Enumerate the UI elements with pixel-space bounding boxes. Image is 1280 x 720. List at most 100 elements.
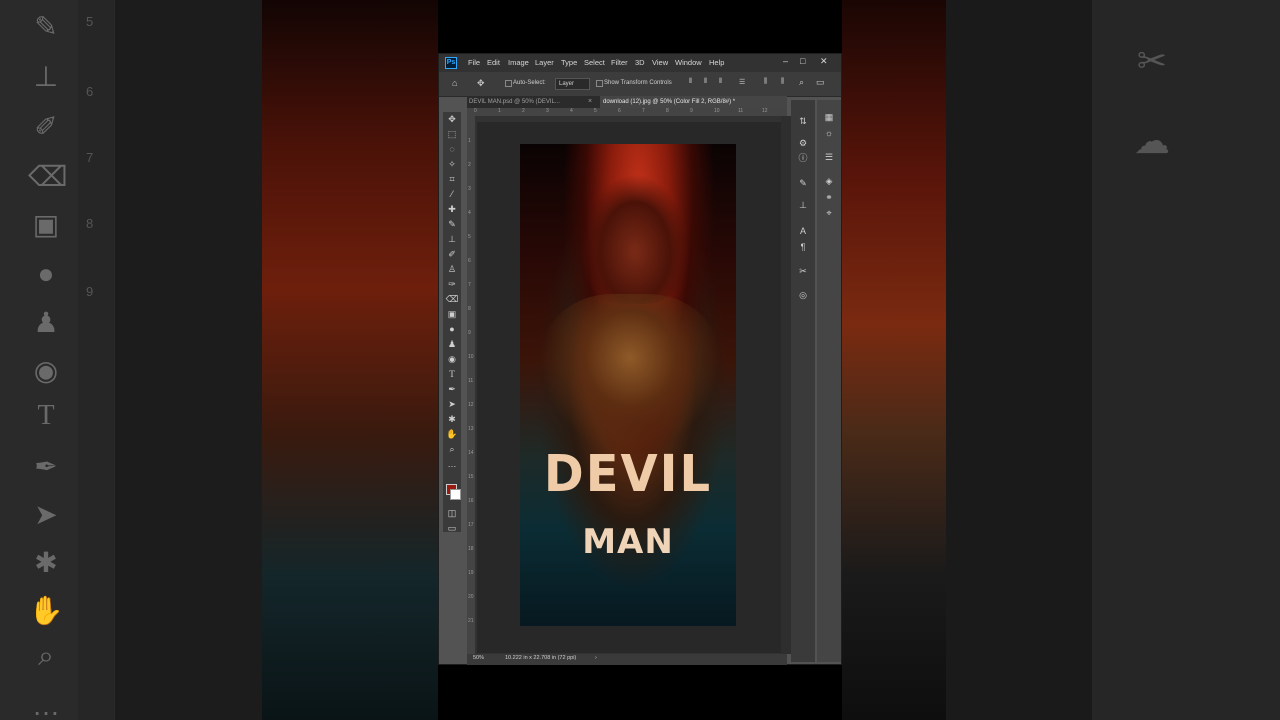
ruler-num: 8	[666, 108, 669, 114]
minimize-button[interactable]: –	[783, 56, 788, 66]
status-arrow-icon[interactable]: ›	[595, 655, 597, 661]
menu-3d[interactable]: 3D	[635, 58, 645, 67]
properties-panel-icon[interactable]: ⚙	[794, 136, 812, 150]
bg-ruler-num: 8	[86, 216, 94, 231]
gradient-tool-icon[interactable]: ▣	[443, 307, 461, 321]
menu-help[interactable]: Help	[709, 58, 724, 67]
clone-stamp-tool-icon[interactable]: ⊥	[443, 232, 461, 246]
layers-panel-icon[interactable]: ◈	[820, 174, 838, 188]
sponge-tool-icon[interactable]: ◉	[443, 352, 461, 366]
move-tool-icon[interactable]: ✥	[443, 112, 461, 126]
align-top-icon[interactable]: ⫼	[764, 78, 767, 86]
clone-source-icon[interactable]: ⊥	[794, 198, 812, 212]
align-left-icon[interactable]: ⫴	[689, 78, 692, 86]
search-icon[interactable]: ⌕	[799, 77, 804, 88]
tab-label: download (12).jpg @ 50% (Color Fill 2, R…	[603, 99, 736, 105]
ruler-num: 6	[618, 108, 621, 114]
tab-devil-man[interactable]: DEVIL MAN.psd @ 50% (DEVIL...	[469, 96, 591, 108]
more-tools-icon[interactable]: …	[443, 457, 461, 471]
close-button[interactable]: ✕	[820, 56, 828, 67]
brush-settings-icon[interactable]: ✎	[794, 176, 812, 190]
background-panel: ✂ ☁	[1092, 0, 1280, 720]
blur-tool-icon[interactable]: ●	[443, 322, 461, 336]
background-color-swatch[interactable]	[450, 489, 461, 500]
info-panel-icon[interactable]: ⓘ	[794, 151, 812, 165]
document-info: 10.222 in x 22.708 in (72 ppi)	[505, 655, 577, 661]
bg-ruler-num: 6	[86, 84, 94, 99]
zoom-tool-icon[interactable]: ⌕	[443, 442, 461, 456]
tools-preset-icon[interactable]: ✂	[794, 264, 812, 278]
custom-shape-tool-icon[interactable]: ✱	[443, 412, 461, 426]
menu-file[interactable]: File	[468, 58, 480, 67]
document-artwork[interactable]: DEVIL MAN	[520, 144, 736, 626]
ruler-num: 9	[468, 330, 471, 336]
align-right-icon[interactable]: ⫴	[719, 78, 722, 86]
dodge-tool-icon[interactable]: ♟	[443, 337, 461, 351]
ruler-num: 11	[468, 378, 474, 384]
distribute-icon[interactable]: ☰	[739, 78, 745, 86]
paths-panel-icon[interactable]: ⌖	[820, 206, 838, 220]
quick-mask-icon[interactable]: ◫	[443, 506, 461, 520]
background-photo-left	[262, 0, 438, 720]
home-icon[interactable]: ⌂	[452, 78, 457, 88]
ruler-num: 7	[642, 108, 645, 114]
workspace-icon[interactable]: ▭	[816, 77, 825, 88]
stamp-tool-icon[interactable]: ♙	[443, 262, 461, 276]
creative-cloud-icon: ☁	[1134, 120, 1170, 161]
align-bottom-icon[interactable]: ⫼	[781, 78, 784, 86]
healing-brush-tool-icon[interactable]: ✚	[443, 202, 461, 216]
figure-torso	[540, 294, 720, 454]
tab-download[interactable]: download (12).jpg @ 50% (Color Fill 2, R…	[600, 96, 787, 108]
adjust-sliders-icon[interactable]: ☰	[820, 150, 838, 164]
type-icon: T	[37, 400, 55, 431]
lasso-tool-icon[interactable]: ◌	[443, 142, 461, 156]
maximize-button[interactable]: □	[800, 56, 805, 66]
brush-icon: ✎	[34, 11, 58, 42]
transform-controls-checkbox[interactable]	[596, 80, 603, 87]
paragraph-panel-icon[interactable]: ¶	[794, 240, 812, 254]
vertical-scrollbar[interactable]	[781, 116, 791, 654]
brush-tool-icon[interactable]: ✎	[443, 217, 461, 231]
marquee-tool-icon[interactable]: ⬚	[443, 127, 461, 141]
hand-tool-icon[interactable]: ✋	[443, 427, 461, 441]
crop-tool-icon[interactable]: ⌗	[443, 172, 461, 186]
menu-layer[interactable]: Layer	[535, 58, 554, 67]
path-selection-tool-icon[interactable]: ➤	[443, 397, 461, 411]
auto-select-checkbox[interactable]	[505, 80, 512, 87]
artwork-title-devil: DEVIL	[543, 444, 713, 504]
menu-select[interactable]: Select	[584, 58, 605, 67]
history-brush-tool-icon[interactable]: ✐	[443, 247, 461, 261]
history-panel-icon[interactable]: ⇅	[794, 114, 812, 128]
ruler-num: 1	[468, 138, 471, 144]
eyedropper-tool-icon[interactable]: ⁄	[443, 187, 461, 201]
color-panel-icon[interactable]: ▦	[820, 110, 838, 124]
character-panel-icon[interactable]: A	[794, 224, 812, 238]
type-tool-icon[interactable]: T	[443, 367, 461, 381]
screen-mode-icon[interactable]: ▭	[443, 521, 461, 535]
ruler-num: 12	[468, 402, 474, 408]
pen-tool-icon[interactable]: ✒	[443, 382, 461, 396]
layer-select[interactable]: Layer	[555, 78, 590, 90]
menu-type[interactable]: Type	[561, 58, 577, 67]
align-center-icon[interactable]: ⫴	[704, 78, 707, 86]
channels-panel-icon[interactable]: ⚭	[820, 190, 838, 204]
libraries-icon[interactable]: ◎	[794, 288, 812, 302]
status-bar: 50% 10.222 in x 22.708 in (72 ppi) ›	[467, 654, 787, 665]
eraser-tool-icon[interactable]: ⌫	[443, 292, 461, 306]
zoom-level[interactable]: 50%	[473, 655, 484, 661]
adjustments-panel-icon[interactable]: ☼	[820, 126, 838, 140]
menu-bar: Ps File Edit Image Layer Type Select Fil…	[439, 54, 841, 72]
history-brush-icon: ✐	[34, 111, 58, 142]
menu-view[interactable]: View	[652, 58, 668, 67]
magic-wand-tool-icon[interactable]: ✧	[443, 157, 461, 171]
ruler-num: 5	[468, 234, 471, 240]
menu-window[interactable]: Window	[675, 58, 702, 67]
tab-close-icon[interactable]: ×	[588, 96, 592, 108]
stamp-icon: ⊥	[33, 61, 59, 92]
ruler-num: 19	[468, 570, 474, 576]
menu-filter[interactable]: Filter	[611, 58, 628, 67]
menu-image[interactable]: Image	[508, 58, 529, 67]
menu-edit[interactable]: Edit	[487, 58, 500, 67]
move-tool-icon[interactable]: ✥	[477, 78, 485, 89]
art-history-tool-icon[interactable]: ✑	[443, 277, 461, 291]
